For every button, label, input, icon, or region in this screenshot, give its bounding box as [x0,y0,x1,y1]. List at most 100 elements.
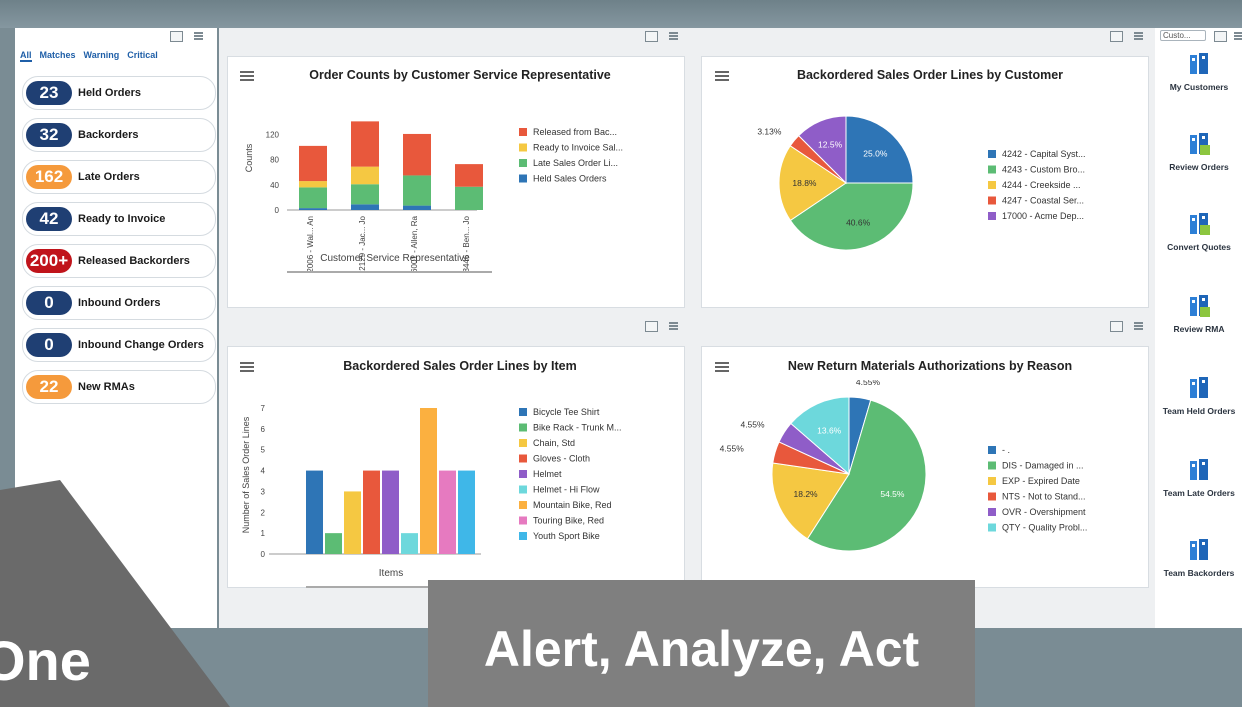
bar [344,491,361,554]
launchpad-item[interactable]: Team Held Orders [1156,376,1242,416]
launchpad-item[interactable]: Convert Quotes [1156,212,1242,252]
alert-item[interactable]: 200+ Released Backorders [22,244,216,278]
backorders-by-customer-chart: 25.0% 40.6% 18.8% 3.13% 12.5% 4242 - Capital … [757,115,1086,251]
x-tick-label: 2006 - Wal... An [306,216,315,273]
legend-label: Released from Bac... [533,127,617,137]
launchpad-label: Team Late Orders [1163,488,1235,498]
pie-label: 40.6% [846,218,871,228]
binder-icon [1188,52,1210,76]
binder-icon [1188,376,1210,400]
menu-icon[interactable] [193,31,204,40]
alert-count-badge: 32 [26,123,72,147]
legend-label: 4247 - Coastal Ser... [1002,196,1084,206]
legend-swatch [988,196,996,205]
corner-text: One [0,629,91,692]
chart3-window-controls [645,321,679,332]
alert-item[interactable]: 42 Ready to Invoice [22,202,216,236]
launchpad-item[interactable]: Review RMA [1156,294,1242,334]
bar-segment [299,187,327,209]
menu-icon[interactable] [1233,31,1242,40]
chart-menu-icon[interactable] [240,362,254,364]
menu-icon[interactable] [668,31,679,40]
pie-label: 12.5% [818,140,843,150]
alert-count-badge: 23 [26,81,72,105]
alert-item[interactable]: 0 Inbound Orders [22,286,216,320]
legend-swatch [519,159,527,167]
restore-icon[interactable] [1110,31,1123,42]
alert-count-badge: 42 [26,207,72,231]
launchpad-item[interactable]: Team Backorders [1156,538,1242,578]
legend-label: - . [1002,445,1010,455]
launchpad-label: Convert Quotes [1167,242,1231,252]
legend-swatch [988,508,996,516]
legend-label: Bicycle Tee Shirt [533,407,600,417]
y-tick-label: 5 [261,446,266,455]
y-tick-label: 120 [266,131,280,140]
pie-label: 18.2% [794,489,819,499]
alert-label: New RMAs [78,381,135,393]
bar [420,408,437,554]
chart-title: Backordered Sales Order Lines by Custome… [796,68,1064,82]
launchpad-item[interactable]: Team Late Orders [1156,458,1242,498]
chart-menu-icon[interactable] [240,71,254,73]
backorders-by-item-chart: 0 1 2 3 4 5 6 7 Number of Sales Order Lines Items… [241,404,622,588]
legend-swatch [519,439,527,447]
legend-label: Mountain Bike, Red [533,500,612,510]
legend-label: Helmet [533,469,562,479]
legend-swatch [519,408,527,416]
legend-swatch [519,470,527,478]
y-tick-label: 6 [261,425,266,434]
chart-menu-icon[interactable] [715,362,729,364]
y-axis-label: Counts [244,143,254,172]
legend-swatch [519,423,527,432]
alert-label: Backorders [78,129,139,141]
bar [363,470,380,554]
restore-icon[interactable] [1110,321,1123,332]
menu-icon[interactable] [1133,31,1144,40]
tab-critical[interactable]: Critical [127,50,158,62]
tab-matches[interactable]: Matches [40,50,76,62]
chart-title: New Return Materials Authorizations by R… [787,359,1073,373]
tab-warning[interactable]: Warning [84,50,120,62]
chart-menu-icon[interactable] [715,71,729,73]
alert-item[interactable]: 22 New RMAs [22,370,216,404]
chart1-window-controls [645,31,679,42]
alert-item[interactable]: 23 Held Orders [22,76,216,110]
bar-segment [299,145,327,182]
y-tick-label: 0 [275,206,280,215]
pie-label: 54.5% [880,489,905,499]
legend-label: Bike Rack - Trunk M... [533,423,622,433]
launchpad-item[interactable]: Review Orders [1156,132,1242,172]
restore-icon[interactable] [645,321,658,332]
alert-label: Inbound Change Orders [78,339,204,351]
binder-icon [1188,294,1210,318]
legend-swatch [519,128,527,136]
pie-label: 18.8% [792,178,817,188]
menu-icon[interactable] [668,321,679,330]
alert-item[interactable]: 162 Late Orders [22,160,216,194]
bar-segment [299,181,327,188]
chart2-window-controls [1110,31,1144,42]
search-box[interactable]: Custo... [1160,30,1206,41]
pie-label: 4.55% [720,443,745,453]
restore-icon[interactable] [645,31,658,42]
y-tick-label: 1 [261,529,266,538]
legend-label: Held Sales Orders [533,174,607,184]
alert-count-badge: 162 [26,165,72,189]
alert-item[interactable]: 0 Inbound Change Orders [22,328,216,362]
launchpad-item[interactable]: My Customers [1156,52,1242,92]
alert-label: Released Backorders [78,255,190,267]
restore-icon[interactable] [170,31,183,42]
alert-item[interactable]: 32 Backorders [22,118,216,152]
tab-all[interactable]: All [20,50,32,62]
legend-label: 4242 - Capital Syst... [1002,149,1086,159]
restore-icon[interactable] [1214,31,1227,42]
axis-scrollbar [287,271,492,273]
legend-swatch [519,454,527,463]
legend-swatch [988,523,996,532]
legend-swatch [988,446,996,454]
rma-by-reason-chart: 4.55% 54.5% 18.2% 4.55% 4.55% 13.6% - . DIS - D… [720,380,1087,552]
alert-label: Late Orders [78,171,140,183]
menu-icon[interactable] [1133,321,1144,330]
alert-filter-tabs: All Matches Warning Critical [20,50,158,62]
